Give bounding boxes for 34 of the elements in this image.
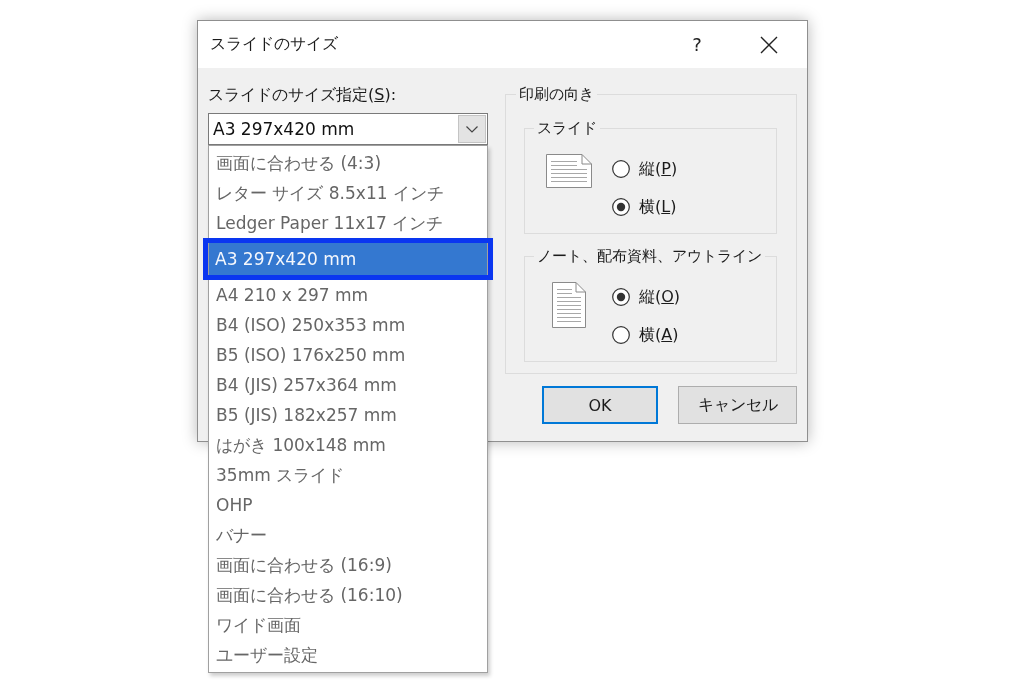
list-option[interactable]: 画面に合わせる (16:9) [209,550,487,580]
group-title: スライド [536,118,598,139]
help-button[interactable]: ? [677,24,717,65]
list-option[interactable]: A4 210 x 297 mm [209,280,487,310]
portrait-page-icon [552,282,586,328]
list-option[interactable]: Ledger Paper 11x17 インチ [209,208,487,238]
list-option[interactable]: 画面に合わせる (16:10) [209,580,487,610]
landscape-page-icon [546,154,592,188]
dropdown-button[interactable] [458,115,486,143]
list-option[interactable]: 35mm スライド [209,460,487,490]
field-label: スライドのサイズ指定(S): [208,84,397,106]
dialog-button[interactable]: OK [542,386,658,424]
list-option[interactable]: レター サイズ 8.5x11 インチ [209,178,487,208]
list-option[interactable]: B5 (JIS) 182x257 mm [209,400,487,430]
list-option[interactable]: B4 (ISO) 250x353 mm [209,310,487,340]
radio-option[interactable]: 横(A) [612,316,681,354]
group-title: ノート、配布資料、アウトライン [536,246,763,267]
list-option[interactable]: OHP [209,490,487,520]
window-title: スライドのサイズ [209,34,339,55]
chevron-down-icon [466,125,478,133]
size-combobox[interactable]: A3 297x420 mm [208,113,488,145]
radio-option[interactable]: 縦(O) [612,278,681,316]
list-option[interactable]: 画面に合わせる (4:3) [209,148,487,178]
list-option[interactable]: バナー [209,520,487,550]
list-option[interactable]: A3 297x420 mm [209,243,487,275]
list-option[interactable]: ユーザー設定 [209,640,487,670]
group-title: 印刷の向き [518,84,595,105]
close-icon [760,35,778,54]
list-option[interactable]: B5 (ISO) 176x250 mm [209,340,487,370]
radio-option[interactable]: 横(L) [612,188,678,226]
list-option[interactable]: ワイド画面 [209,610,487,640]
list-option[interactable]: B4 (JIS) 257x364 mm [209,370,487,400]
list-option[interactable]: はがき 100x148 mm [209,430,487,460]
dialog-button[interactable]: キャンセル [678,386,797,424]
